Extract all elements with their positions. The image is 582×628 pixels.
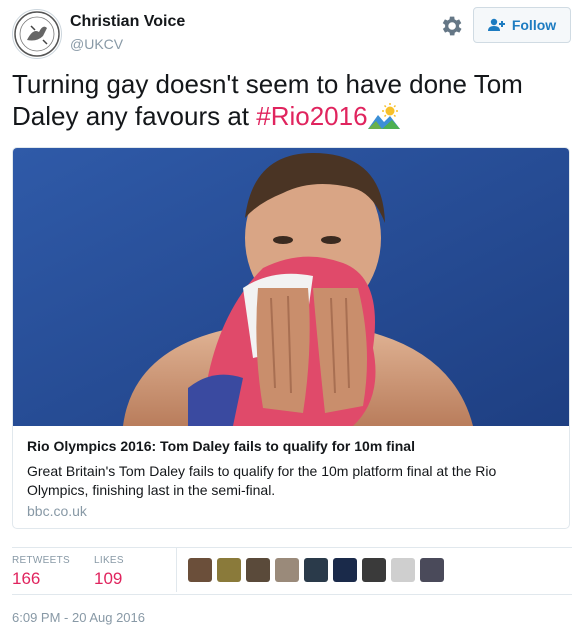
liker-avatar[interactable] [362,558,386,582]
liker-avatar[interactable] [217,558,241,582]
liker-avatar[interactable] [188,558,212,582]
tom-daley-photo [13,148,569,426]
hashtag-link[interactable]: #Rio2016 [256,101,367,131]
stats-divider [176,548,177,592]
author-name[interactable]: Christian Voice [70,13,185,31]
card-description: Great Britain's Tom Daley fails to quali… [27,463,497,498]
card-title: Rio Olympics 2016: Tom Daley fails to qu… [27,438,415,454]
stats-top-divider [12,547,572,548]
liker-avatar[interactable] [391,558,415,582]
retweets-label: RETWEETS [12,555,70,566]
liker-avatar[interactable] [246,558,270,582]
follow-label: Follow [511,17,557,33]
liker-avatar[interactable] [333,558,357,582]
link-card[interactable]: Rio Olympics 2016: Tom Daley fails to qu… [12,147,570,529]
retweets-count[interactable]: 166 [12,569,40,589]
christian-voice-logo-icon [14,11,60,57]
liker-avatar[interactable] [275,558,299,582]
tweet-timestamp[interactable]: 6:09 PM - 20 Aug 2016 [12,610,145,625]
sunrise-mountains-emoji-icon [367,103,400,136]
author-avatar[interactable] [12,9,62,59]
liker-avatar[interactable] [420,558,444,582]
author-handle[interactable]: @UKCV [70,36,123,52]
gear-icon[interactable] [438,13,464,39]
card-domain: bbc.co.uk [27,503,87,519]
likes-count[interactable]: 109 [94,569,122,589]
liker-avatar[interactable] [304,558,328,582]
liker-avatars [188,558,444,582]
tweet-text: Turning gay doesn't seem to have done To… [12,68,572,136]
add-user-icon [487,18,505,31]
likes-label: LIKES [94,555,124,566]
stats-bottom-divider [12,594,572,595]
follow-button[interactable]: Follow [473,7,571,43]
